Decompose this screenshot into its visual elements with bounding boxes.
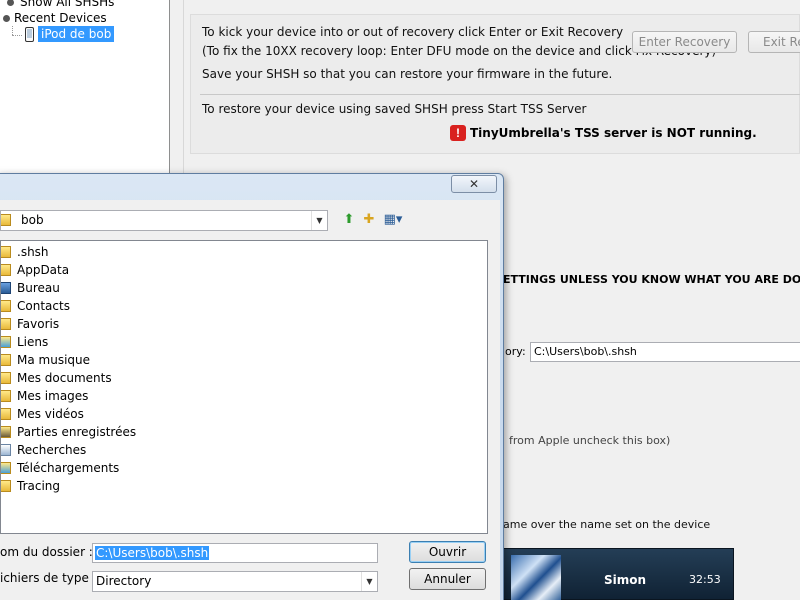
apple-option-note: from Apple uncheck this box) (509, 434, 671, 447)
links-folder-icon (1, 336, 11, 348)
folder-name-value: C:\Users\bob\.shsh (95, 546, 210, 560)
device-name-note: ame over the name set on the device (503, 518, 711, 531)
folder-name: Recherches (17, 443, 87, 457)
ipod-icon (25, 27, 34, 42)
location-combo[interactable]: bob ▼ (0, 210, 328, 231)
folder-name: Tracing (17, 479, 61, 493)
chevron-down-icon: ▼ (311, 211, 327, 230)
open-button[interactable]: Ouvrir (409, 541, 486, 563)
folder-list[interactable]: .shsh AppData Bureau Contacts Favoris Li… (0, 240, 488, 534)
folder-icon (1, 480, 11, 492)
folder-name: Parties enregistrées (17, 425, 137, 439)
cancel-button[interactable]: Annuler (409, 568, 486, 590)
folder-name: Mes images (17, 389, 89, 403)
recent-devices-bullet-icon (3, 15, 10, 22)
searches-folder-icon (1, 444, 11, 456)
advanced-panel (503, 244, 800, 600)
music-folder-icon (1, 354, 11, 366)
folder-name: Liens (17, 335, 49, 349)
location-value: bob (21, 213, 44, 227)
show-all-bullet-icon (7, 0, 14, 6)
file-type-label: ichiers de type : (0, 571, 97, 585)
folder-icon (1, 264, 11, 276)
folder-name: Mes vidéos (17, 407, 84, 421)
tss-instruction: To restore your device using saved SHSH … (202, 102, 587, 116)
album-art-thumbnail (511, 555, 561, 600)
warning-icon: ! (450, 125, 466, 141)
file-type-value: Directory (96, 574, 152, 588)
folder-name: Bureau (17, 281, 60, 295)
now-playing-time: 32:53 (689, 573, 721, 586)
enter-recovery-button[interactable]: Enter Recovery (632, 31, 737, 53)
pictures-folder-icon (1, 390, 11, 402)
desktop-folder-icon (1, 282, 11, 294)
tree-item-recent-devices[interactable]: Recent Devices (14, 10, 107, 26)
folder-icon (1, 214, 11, 226)
recovery-instruction: To kick your device into or out of recov… (202, 25, 624, 39)
new-folder-icon[interactable]: ✚ (361, 212, 377, 228)
folder-name: Ma musique (17, 353, 91, 367)
chevron-down-icon: ▼ (361, 572, 377, 591)
exit-recovery-button[interactable]: Exit Rec (748, 31, 800, 53)
contacts-folder-icon (1, 300, 11, 312)
now-playing-widget[interactable]: Simon 32:53 (503, 548, 734, 600)
tree-connector (12, 35, 22, 36)
advanced-warning: ETTINGS UNLESS YOU KNOW WHAT YOU ARE DOI… (503, 273, 800, 286)
dialog-close-button[interactable]: ✕ (451, 175, 497, 193)
folder-name: .shsh (17, 245, 49, 259)
shsh-directory-field[interactable]: C:\Users\bob\.shsh (530, 342, 800, 362)
shsh-directory-label: ory: (505, 345, 526, 358)
folder-name: Mes documents (17, 371, 112, 385)
folder-name-input[interactable]: C:\Users\bob\.shsh (92, 543, 378, 563)
up-folder-icon[interactable]: ⬆ (341, 212, 357, 228)
folder-name: Contacts (17, 299, 70, 313)
folder-name-label: om du dossier : (0, 545, 93, 559)
device-tree: Show All SHSHs Recent Devices iPod de bo… (0, 0, 170, 176)
tss-status-text: TinyUmbrella's TSS server is NOT running… (470, 126, 757, 140)
now-playing-name: Simon (604, 573, 647, 587)
saved-games-folder-icon (1, 426, 11, 438)
folder-name: AppData (17, 263, 70, 277)
view-menu-icon[interactable]: ▦▾ (381, 212, 405, 228)
downloads-folder-icon (1, 462, 11, 474)
save-shsh-instruction: Save your SHSH so that you can restore y… (202, 67, 613, 81)
folder-icon (1, 246, 11, 258)
favorites-folder-icon (1, 318, 11, 330)
tree-connector (12, 26, 13, 35)
file-type-select[interactable]: Directory ▼ (92, 571, 378, 592)
section-divider (200, 94, 800, 95)
tree-item-show-all[interactable]: Show All SHSHs (20, 0, 114, 10)
folder-name: Téléchargements (17, 461, 120, 475)
documents-folder-icon (1, 372, 11, 384)
folder-name: Favoris (17, 317, 60, 331)
tree-item-ipod[interactable]: iPod de bob (38, 26, 115, 42)
videos-folder-icon (1, 408, 11, 420)
